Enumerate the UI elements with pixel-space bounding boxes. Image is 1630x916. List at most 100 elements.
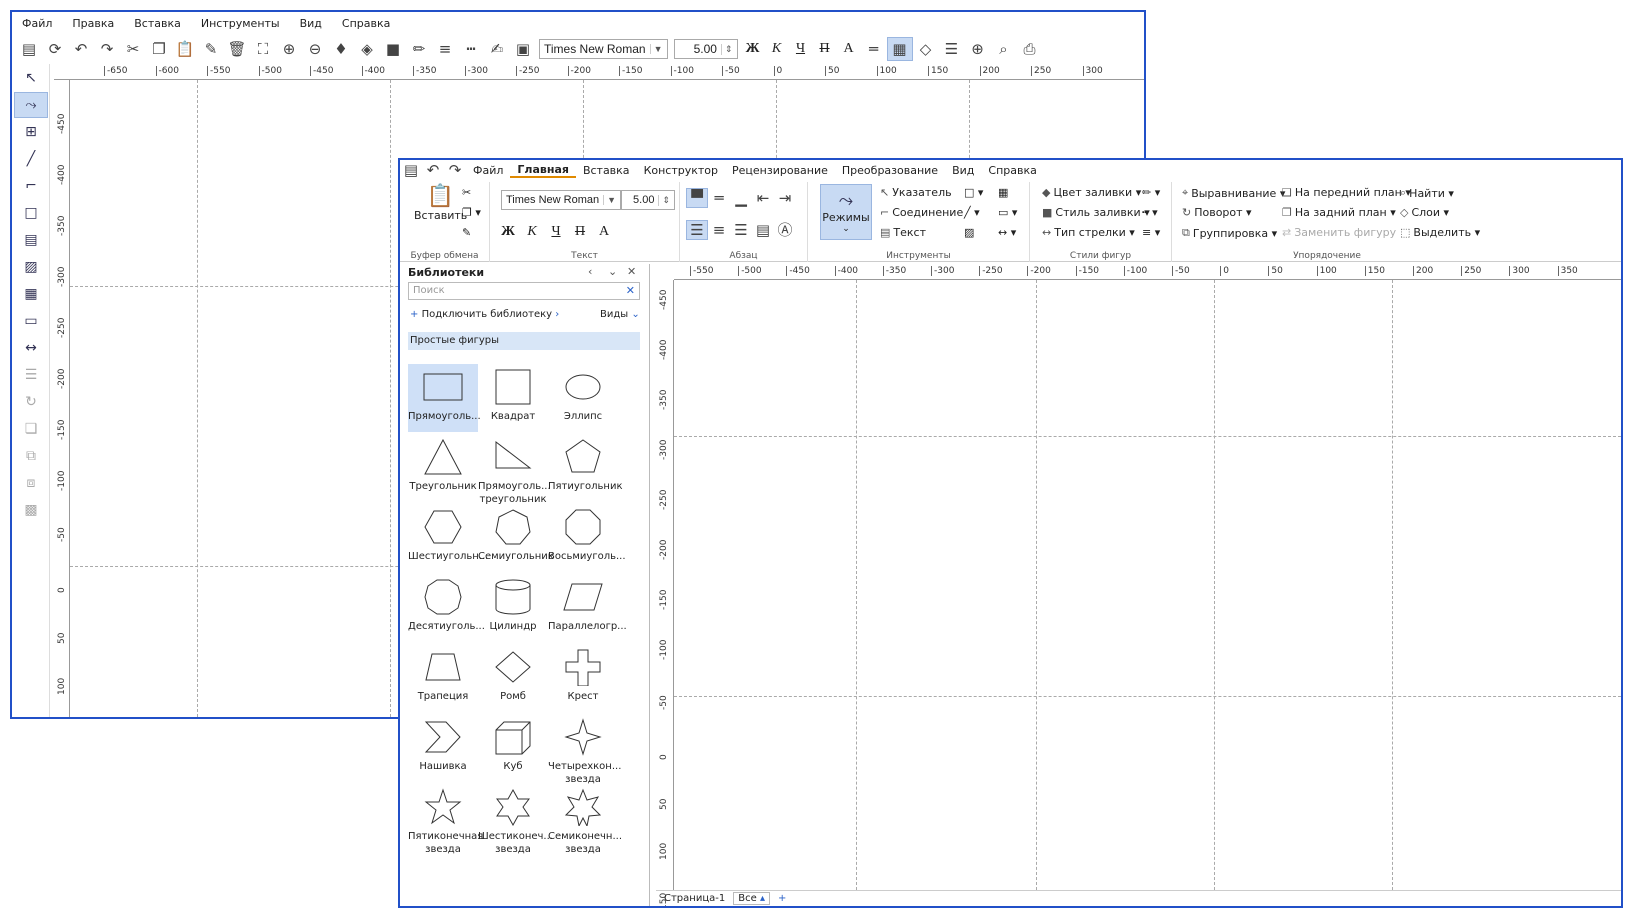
- tab-file[interactable]: Файл: [466, 164, 510, 177]
- connect-library-link[interactable]: + Подключить библиотеку ›: [410, 309, 559, 320]
- line-weight-icon[interactable]: ≡ ▾: [1142, 226, 1160, 239]
- drawing-canvas[interactable]: -550 -500 -450 -400 -350 -300 -250 -200 -150 -100…: [656, 264, 1621, 906]
- line-color-icon[interactable]: ✏ ▾: [1142, 186, 1160, 199]
- undo-icon[interactable]: ↶: [422, 160, 444, 182]
- indent-decrease-icon[interactable]: ⇤: [752, 188, 774, 208]
- rectangle-tool-icon[interactable]: □ ▾: [964, 186, 983, 199]
- arrow-type-button[interactable]: ↔ Тип стрелки ▾: [1042, 226, 1135, 239]
- shape-item[interactable]: Эллипс: [548, 364, 618, 432]
- align-button[interactable]: ⌖ Выравнивание ▾: [1182, 186, 1285, 200]
- rotate-tool-icon[interactable]: ↻: [14, 389, 48, 415]
- shape-item[interactable]: Ромб: [478, 644, 548, 712]
- distribute-tool-icon[interactable]: ⧈: [14, 470, 48, 496]
- align-tool-icon[interactable]: ☰: [14, 362, 48, 388]
- shape-item[interactable]: Нашивка: [408, 714, 478, 782]
- print-icon[interactable]: ⎙: [1017, 37, 1043, 61]
- frame-tool-icon[interactable]: ▭ ▾: [998, 206, 1017, 219]
- shape-item[interactable]: Треугольник: [408, 434, 478, 502]
- shape-item[interactable]: Восьмиуголь...: [548, 504, 626, 572]
- group-tool-icon[interactable]: ⧉: [14, 443, 48, 469]
- pointer-tool-icon[interactable]: ↖: [14, 65, 48, 91]
- text-direction-icon[interactable]: Ⓐ: [774, 220, 796, 240]
- indent-increase-icon[interactable]: ⇥: [774, 188, 796, 208]
- fill-color-icon[interactable]: ■: [380, 37, 406, 61]
- close-icon[interactable]: ✕: [627, 265, 636, 278]
- font-color-button[interactable]: A: [837, 37, 861, 61]
- library-search-input[interactable]: Поиск ✕: [408, 282, 640, 300]
- fill-bucket-icon[interactable]: ♦: [328, 37, 354, 61]
- find-button[interactable]: ⌕ Найти ▾: [1400, 186, 1454, 200]
- shape-item[interactable]: Пятиугольник: [548, 434, 623, 502]
- menu-view[interactable]: Вид: [290, 17, 332, 30]
- shape-insert-icon[interactable]: ⊞: [14, 119, 48, 145]
- redo-icon[interactable]: ↷: [94, 37, 120, 61]
- send-back-button[interactable]: ❐ На задний план ▾: [1282, 206, 1396, 219]
- crosshair-icon[interactable]: ⊕: [965, 37, 991, 61]
- font-family-select[interactable]: Times New Roman ▼: [539, 39, 668, 59]
- align-bottom-icon[interactable]: ▁: [730, 188, 752, 208]
- shape-item[interactable]: Куб: [478, 714, 548, 782]
- redo-icon[interactable]: ↷: [444, 160, 466, 182]
- shape-item[interactable]: Трапеция: [408, 644, 478, 712]
- shape-item[interactable]: Прямоуголь... треугольник: [478, 434, 551, 505]
- dimension-tool-icon[interactable]: ↔ ▾: [998, 226, 1016, 239]
- chevron-down-icon[interactable]: ⌄: [608, 265, 617, 278]
- menu-file[interactable]: Файл: [12, 17, 62, 30]
- menu-edit[interactable]: Правка: [62, 17, 124, 30]
- line-style-icon[interactable]: ┅: [458, 37, 484, 61]
- zoom-in-icon[interactable]: ⊕: [276, 37, 302, 61]
- shapes-panel-icon[interactable]: ▦: [886, 37, 913, 61]
- add-page-icon[interactable]: +: [770, 893, 794, 904]
- text-tool-button[interactable]: ▤ Текст: [880, 226, 926, 239]
- connection-button[interactable]: ⌐ Соединение: [880, 206, 963, 219]
- cut-icon[interactable]: ✂: [462, 186, 471, 199]
- category-header[interactable]: Простые фигуры: [408, 332, 640, 350]
- shape-item[interactable]: Параллелогр...: [548, 574, 627, 642]
- paste-button[interactable]: 📋 Вставить: [414, 184, 467, 222]
- underline-button[interactable]: Ч: [789, 37, 813, 61]
- strikethrough-button[interactable]: П: [568, 220, 592, 244]
- layers-button[interactable]: ◇ Слои ▾: [1400, 206, 1449, 219]
- shape-item[interactable]: Десятиуголь...: [408, 574, 485, 642]
- bold-button[interactable]: Ж: [496, 220, 520, 244]
- pen-icon[interactable]: ✍: [484, 37, 510, 61]
- text-box-icon[interactable]: ▣: [510, 37, 536, 61]
- fill-color-button[interactable]: ◆ Цвет заливки ▾: [1042, 186, 1141, 199]
- shape-item[interactable]: Цилиндр: [478, 574, 548, 642]
- line-style-icon[interactable]: ┅ ▾: [1142, 206, 1158, 219]
- frame-tool-icon[interactable]: ▭: [14, 308, 48, 334]
- line-color-icon[interactable]: ✏: [406, 37, 432, 61]
- tab-view[interactable]: Вид: [945, 164, 981, 177]
- italic-button[interactable]: К: [765, 37, 789, 61]
- modes-button[interactable]: ⤳ Режимы ⌄: [820, 184, 872, 240]
- save-icon[interactable]: ▤: [400, 160, 422, 182]
- properties-icon[interactable]: ☰: [939, 37, 965, 61]
- shape-item[interactable]: Четырехкон... звезда: [548, 714, 621, 785]
- fit-page-icon[interactable]: ⛶: [250, 37, 276, 61]
- dimension-tool-icon[interactable]: ↔: [14, 335, 48, 361]
- search-icon[interactable]: ⌕: [991, 37, 1017, 61]
- clear-icon[interactable]: ✕: [626, 284, 635, 297]
- menu-insert[interactable]: Вставка: [124, 17, 191, 30]
- undo-icon[interactable]: ↶: [68, 37, 94, 61]
- copy-icon[interactable]: ❐ ▾: [462, 206, 481, 219]
- fill-style-icon[interactable]: ◈: [354, 37, 380, 61]
- copy-icon[interactable]: ❐: [146, 37, 172, 61]
- layers-icon[interactable]: ◇: [913, 37, 939, 61]
- image-tool-icon[interactable]: ▨: [14, 254, 48, 280]
- menu-help[interactable]: Справка: [332, 17, 400, 30]
- delete-icon[interactable]: 🗑: [224, 37, 250, 61]
- shape-item[interactable]: Семиугольник: [478, 504, 554, 572]
- refresh-icon[interactable]: ⟳: [42, 37, 68, 61]
- format-painter-icon[interactable]: ✎: [462, 226, 471, 239]
- align-right-icon[interactable]: ☰: [730, 220, 752, 240]
- fill-style-button[interactable]: ■ Стиль заливки ▾: [1042, 206, 1150, 219]
- text-tool-icon[interactable]: ▤: [14, 227, 48, 253]
- shape-item[interactable]: Пятиконечная звезда: [408, 784, 483, 855]
- format-painter-icon[interactable]: ✎: [198, 37, 224, 61]
- save-icon[interactable]: ▤: [16, 37, 42, 61]
- font-size-stepper[interactable]: 5.00 ⇕: [673, 39, 738, 59]
- justify-icon[interactable]: ▤: [752, 220, 774, 240]
- shape-item[interactable]: Шестиконеч... звезда: [478, 784, 553, 855]
- views-dropdown[interactable]: Виды ⌄: [600, 309, 640, 320]
